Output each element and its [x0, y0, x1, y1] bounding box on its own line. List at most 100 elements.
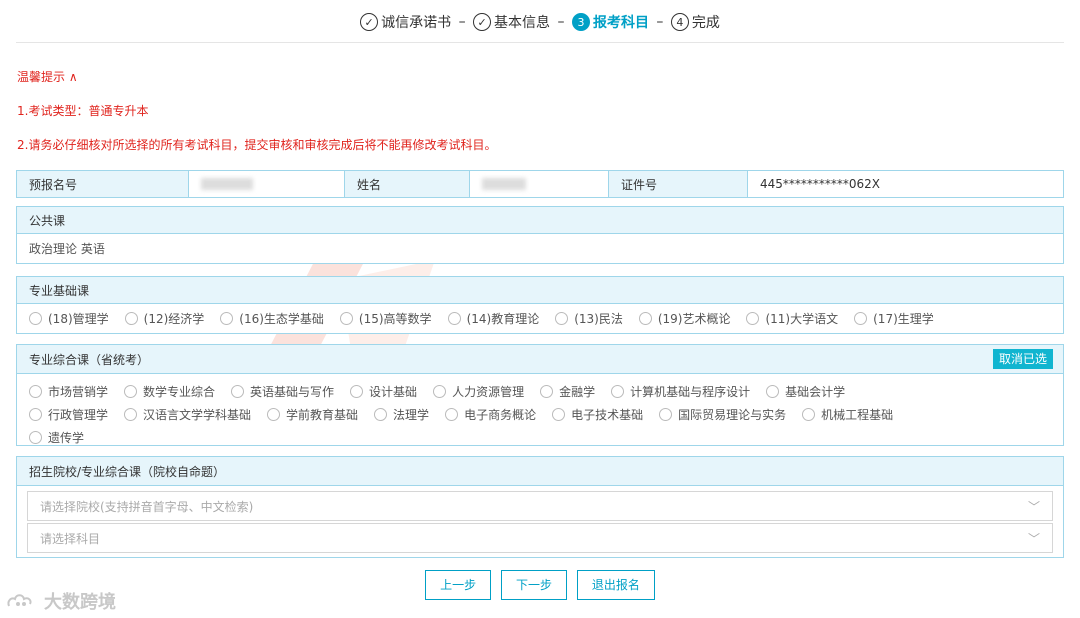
- radio-label: (18)管理学: [48, 312, 109, 326]
- radio-option[interactable]: 学前教育基础: [267, 407, 358, 422]
- radio-circle-icon[interactable]: [231, 385, 245, 398]
- radio-option[interactable]: (17)生理学: [854, 311, 934, 326]
- radio-circle-icon[interactable]: [802, 408, 816, 421]
- radio-circle-icon[interactable]: [611, 385, 625, 398]
- step-label: 报考科目: [592, 15, 649, 31]
- radio-option[interactable]: 机械工程基础: [802, 407, 893, 422]
- radio-label: 英语基础与写作: [250, 385, 335, 399]
- step-number-icon: 4: [670, 13, 689, 31]
- radio-circle-icon[interactable]: [374, 408, 388, 421]
- tip-exam-type: 1.考试类型：普通专升本: [17, 104, 149, 118]
- radio-label: 人力资源管理: [452, 385, 525, 399]
- next-step-button[interactable]: 下一步: [500, 570, 567, 600]
- check-circle-icon: ✓: [473, 13, 492, 31]
- id-value: 445***********062X: [760, 177, 881, 191]
- radio-option[interactable]: 计算机基础与程序设计: [611, 384, 750, 399]
- radio-circle-icon[interactable]: [267, 408, 281, 421]
- section-title: 专业综合课（省统考）: [29, 352, 150, 367]
- radio-option[interactable]: 电子技术基础: [552, 407, 643, 422]
- subject-select[interactable]: 请选择科目 ﹀: [27, 523, 1053, 553]
- tips-toggle[interactable]: 温馨提示 ∧: [17, 68, 78, 85]
- radio-circle-icon[interactable]: [540, 385, 554, 398]
- step-separator: –: [656, 13, 664, 30]
- radio-option[interactable]: (13)民法: [555, 311, 623, 326]
- radio-circle-icon[interactable]: [659, 408, 673, 421]
- radio-option[interactable]: 法理学: [374, 407, 429, 422]
- radio-circle-icon[interactable]: [552, 408, 566, 421]
- school-select[interactable]: 请选择院校(支持拼音首字母、中文检索) ﹀: [27, 491, 1053, 521]
- radio-circle-icon[interactable]: [746, 312, 760, 325]
- radio-option[interactable]: 行政管理学: [29, 407, 108, 422]
- prev-step-button[interactable]: 上一步: [425, 570, 492, 600]
- radio-option[interactable]: 金融学: [540, 384, 595, 399]
- radio-option[interactable]: (16)生态学基础: [220, 311, 324, 326]
- radio-circle-icon[interactable]: [555, 312, 569, 325]
- reg-no-label: 预报名号: [17, 171, 189, 197]
- radio-label: 行政管理学: [48, 408, 109, 422]
- radio-label: (12)经济学: [143, 312, 205, 326]
- radio-option[interactable]: 英语基础与写作: [231, 384, 334, 399]
- radio-label: (14)教育理论: [466, 312, 540, 326]
- id-label: 证件号: [609, 171, 748, 197]
- step-separator: –: [458, 13, 466, 30]
- radio-option[interactable]: (19)艺术概论: [638, 311, 730, 326]
- cancel-selection-button[interactable]: 取消已选: [992, 349, 1053, 369]
- radio-option[interactable]: 基础会计学: [766, 384, 845, 399]
- radio-label: 基础会计学: [785, 385, 846, 399]
- radio-circle-icon[interactable]: [854, 312, 868, 325]
- step-number-icon: 3: [571, 13, 590, 31]
- radio-label: (11)大学语文: [765, 312, 839, 326]
- radio-circle-icon[interactable]: [29, 408, 42, 421]
- radio-option[interactable]: (18)管理学: [29, 311, 109, 326]
- corner-logo: 大数跨境: [6, 588, 116, 614]
- progress-steps: ✓ 诚信承诺书 – ✓ 基本信息 – 3 报考科目 – 4 完成: [0, 12, 1080, 32]
- radio-circle-icon[interactable]: [29, 385, 42, 398]
- chevron-down-icon[interactable]: ﹀: [1028, 498, 1040, 515]
- radio-circle-icon[interactable]: [350, 385, 364, 398]
- basic-course-header: 专业基础课: [16, 276, 1064, 304]
- radio-circle-icon[interactable]: [29, 431, 42, 444]
- radio-circle-icon[interactable]: [638, 312, 652, 325]
- radio-circle-icon[interactable]: [220, 312, 234, 325]
- radio-option[interactable]: (15)高等数学: [339, 311, 432, 326]
- basic-course-options: (18)管理学 (12)经济学 (16)生态学基础 (15)高等数学 (14)教…: [16, 304, 1064, 334]
- exit-registration-button[interactable]: 退出报名: [576, 570, 655, 600]
- public-course-value: 政治理论 英语: [16, 234, 1064, 264]
- info-row: 预报名号 姓名 证件号 445***********062X: [16, 170, 1064, 198]
- radio-circle-icon[interactable]: [124, 408, 138, 421]
- radio-circle-icon[interactable]: [339, 312, 353, 325]
- school-select-placeholder: 请选择院校(支持拼音首字母、中文检索): [40, 499, 254, 514]
- radio-option[interactable]: 数学专业综合: [124, 384, 215, 399]
- radio-circle-icon[interactable]: [447, 312, 461, 325]
- subject-select-placeholder: 请选择科目: [40, 531, 101, 546]
- radio-circle-icon[interactable]: [124, 312, 138, 325]
- radio-label: (17)生理学: [873, 312, 934, 326]
- radio-option[interactable]: 设计基础: [350, 384, 417, 399]
- step-3: 3 报考科目: [571, 12, 649, 32]
- redacted-block: [201, 178, 253, 190]
- chevron-down-icon[interactable]: ﹀: [1028, 530, 1040, 547]
- public-course-header: 公共课: [16, 206, 1064, 234]
- radio-circle-icon[interactable]: [124, 385, 138, 398]
- school-section-body: 请选择院校(支持拼音首字母、中文检索) ﹀ 请选择科目 ﹀: [16, 486, 1064, 558]
- name-value: [470, 171, 609, 197]
- radio-circle-icon[interactable]: [29, 312, 42, 325]
- radio-option[interactable]: (12)经济学: [124, 311, 205, 326]
- step-2: ✓ 基本信息: [473, 12, 550, 32]
- step-label: 完成: [691, 15, 720, 31]
- radio-label: 计算机基础与程序设计: [630, 385, 751, 399]
- radio-label: 汉语言文学学科基础: [143, 408, 252, 422]
- radio-circle-icon[interactable]: [766, 385, 780, 398]
- radio-option[interactable]: 遗传学: [29, 430, 84, 445]
- radio-option[interactable]: 汉语言文学学科基础: [124, 407, 251, 422]
- radio-circle-icon[interactable]: [433, 385, 447, 398]
- radio-label: 数学专业综合: [143, 385, 216, 399]
- radio-option[interactable]: (11)大学语文: [746, 311, 838, 326]
- radio-circle-icon[interactable]: [445, 408, 459, 421]
- radio-label: 机械工程基础: [821, 408, 894, 422]
- radio-option[interactable]: 国际贸易理论与实务: [659, 407, 786, 422]
- radio-option[interactable]: 人力资源管理: [433, 384, 524, 399]
- radio-option[interactable]: 电子商务概论: [445, 407, 536, 422]
- radio-option[interactable]: (14)教育理论: [447, 311, 540, 326]
- radio-option[interactable]: 市场营销学: [29, 384, 108, 399]
